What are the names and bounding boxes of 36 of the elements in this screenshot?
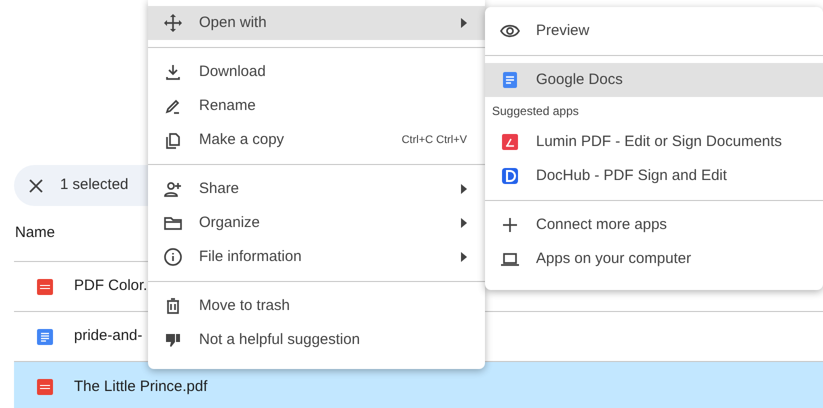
file-name: pride-and- (74, 326, 142, 346)
menu-item[interactable]: File information (148, 240, 485, 274)
copy-icon (163, 130, 183, 150)
section-heading: Suggested apps (491, 103, 580, 120)
shortcut-hint: Ctrl+C Ctrl+V (402, 132, 467, 148)
menu-item[interactable]: DocHub - PDF Sign and Edit (485, 159, 823, 193)
document-icon (37, 328, 53, 344)
menu-item[interactable]: Apps on your computer (485, 242, 823, 276)
file-name: The Little Prince.pdf (74, 376, 208, 397)
person-add-icon (163, 179, 183, 199)
download-icon (163, 62, 183, 82)
menu-item[interactable]: Rename (148, 89, 485, 123)
file-name: PDF Color. (74, 276, 148, 296)
document-icon (500, 70, 520, 90)
lumin-app-icon (500, 132, 520, 152)
menu-item[interactable]: Move to trash (148, 289, 485, 323)
menu-item[interactable]: Share (148, 172, 485, 206)
menu-item[interactable]: Preview (485, 14, 823, 48)
pdf-icon (37, 278, 53, 294)
close-icon[interactable] (28, 178, 44, 194)
info-icon (163, 247, 183, 267)
menu-item[interactable]: Lumin PDF - Edit or Sign Documents (485, 125, 823, 159)
pdf-icon (37, 379, 53, 395)
file-row[interactable]: The Little Prince.pdf (14, 362, 823, 408)
move-icon (163, 13, 183, 33)
menu-item[interactable]: Organize (148, 206, 485, 240)
menu-item[interactable]: Not a helpful suggestion (148, 323, 485, 357)
dochub-app-icon (500, 166, 520, 186)
menu-item[interactable]: Download (148, 55, 485, 89)
plus-icon (500, 215, 520, 235)
menu-item[interactable]: Connect more apps (485, 208, 823, 242)
selection-count: 1 selected (60, 175, 128, 196)
menu-item[interactable]: Make a copy Ctrl+C Ctrl+V (148, 123, 485, 157)
menu-item[interactable]: Open with (148, 6, 485, 40)
menu-item[interactable]: Google Docs (485, 63, 823, 97)
column-header[interactable]: Name (14, 222, 56, 245)
